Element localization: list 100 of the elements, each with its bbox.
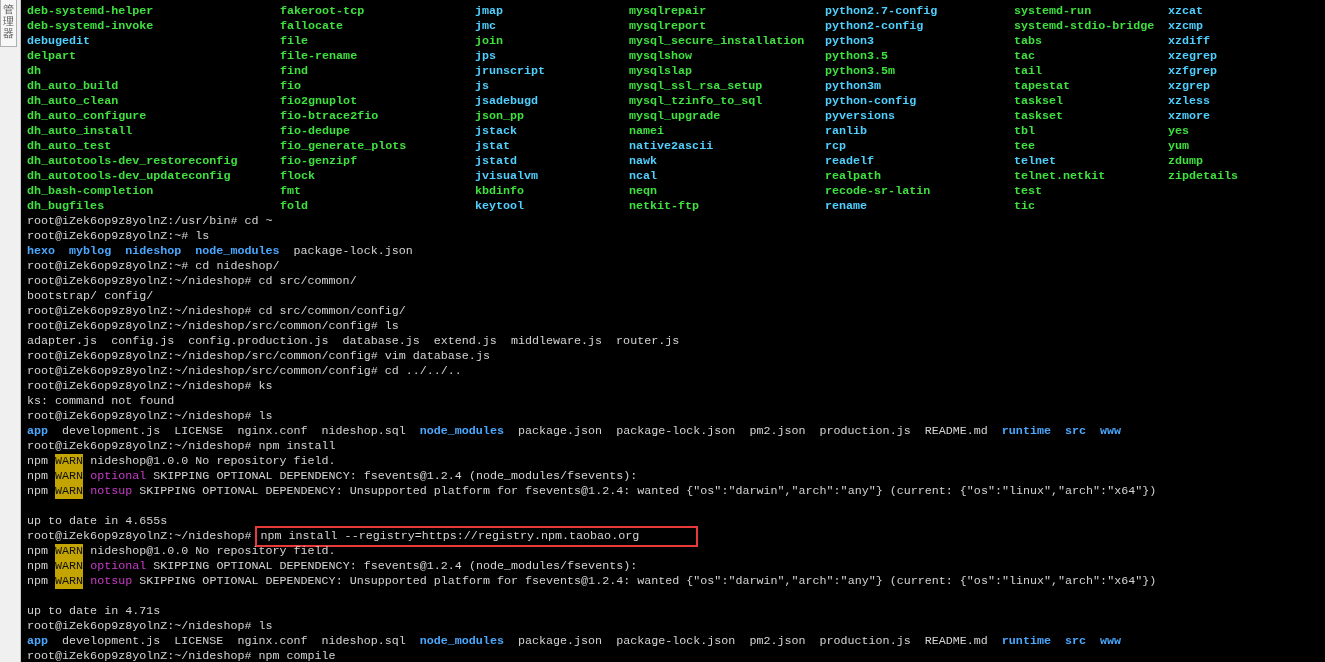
directory-name: app [27, 634, 49, 649]
file-name: package.json [517, 634, 603, 649]
warn-message: SKIPPING OPTIONAL DEPENDENCY: Unsupported platform for fsevents@1.2.4: wanted {"os":"darwin","arch":"any"} (current: {"os":"linux","arch":"x64"}) [139, 484, 1157, 499]
command-name: keytool [475, 199, 525, 214]
directory-name: src [1064, 634, 1086, 649]
command-name: dh_bash-completion [27, 184, 154, 199]
command-name: mysqlreport [629, 19, 707, 34]
command-name: xzfgrep [1168, 64, 1218, 79]
directory-name: nideshop [125, 244, 182, 259]
directory-name: myblog [69, 244, 112, 259]
prompt-text: root@iZek6op9z8yolnZ:~/nideshop/src/common/config# [27, 364, 378, 379]
npm-prefix: npm [27, 574, 49, 589]
command-name: deb-systemd-invoke [27, 19, 154, 34]
command-name: pyversions [825, 109, 896, 124]
command-name: telnet.netkit [1014, 169, 1106, 184]
command-text: cd src/common/config/ [258, 304, 406, 319]
command-text: vim database.js [384, 349, 490, 364]
command-name: yum [1168, 139, 1190, 154]
file-name: nideshop.sql [321, 424, 406, 439]
command-name: realpath [825, 169, 882, 184]
file-name: LICENSE [174, 634, 224, 649]
file-name: pm2.json [749, 424, 806, 439]
prompt-text: root@iZek6op9z8yolnZ:~# [27, 229, 189, 244]
command-name: mysqlslap [629, 64, 693, 79]
command-text: npm compile [258, 649, 336, 662]
command-name: jmap [475, 4, 504, 19]
command-name: xzless [1168, 94, 1211, 109]
command-name: tee [1014, 139, 1036, 154]
prompt-text: root@iZek6op9z8yolnZ:~/nideshop# [27, 439, 252, 454]
command-name: tapestat [1014, 79, 1071, 94]
command-name: readelf [825, 154, 875, 169]
prompt-text: root@iZek6op9z8yolnZ:~/nideshop# [27, 529, 252, 544]
command-name: dh_autotools-dev_restoreconfig [27, 154, 238, 169]
file-name: extend.js [433, 334, 497, 349]
command-name: deb-systemd-helper [27, 4, 154, 19]
command-text: cd src/common/ [258, 274, 357, 289]
command-name: recode-sr-latin [825, 184, 931, 199]
command-name: fio-dedupe [280, 124, 351, 139]
warn-tag: optional [90, 559, 147, 574]
command-name: jmc [475, 19, 497, 34]
command-name: systemd-stdio-bridge [1014, 19, 1155, 34]
command-name: fio-genzipf [280, 154, 358, 169]
file-name: README.md [924, 424, 988, 439]
prompt-text: root@iZek6op9z8yolnZ:~/nideshop/src/common/config# [27, 349, 378, 364]
directory-name: www [1100, 424, 1122, 439]
command-name: python2.7-config [825, 4, 938, 19]
command-name: xzgrep [1168, 79, 1211, 94]
command-text: ls [384, 319, 399, 334]
command-name: delpart [27, 49, 77, 64]
prompt-text: root@iZek6op9z8yolnZ:~/nideshop# [27, 619, 252, 634]
directory-name: node_modules [419, 634, 504, 649]
command-text: npm install [258, 439, 336, 454]
file-name: router.js [616, 334, 680, 349]
command-name: dh_auto_build [27, 79, 119, 94]
command-name: kbdinfo [475, 184, 525, 199]
command-name: xzcat [1168, 4, 1204, 19]
command-name: dh [27, 64, 42, 79]
warn-tag: notsup [90, 484, 133, 499]
command-name: jstat [475, 139, 511, 154]
file-name: README.md [924, 634, 988, 649]
command-name: jstack [475, 124, 518, 139]
warn-tag: notsup [90, 574, 133, 589]
command-name: jps [475, 49, 497, 64]
output-text: up to date in 4.71s [27, 604, 161, 619]
file-name: development.js [62, 424, 161, 439]
file-name: config.js [111, 334, 175, 349]
command-name: zipdetails [1168, 169, 1239, 184]
command-name: mysql_tzinfo_to_sql [629, 94, 763, 109]
command-name: tbl [1014, 124, 1036, 139]
file-name: package.json [517, 424, 603, 439]
command-name: jrunscript [475, 64, 546, 79]
command-name: dh_auto_clean [27, 94, 119, 109]
prompt-text: root@iZek6op9z8yolnZ:~/nideshop# [27, 409, 252, 424]
command-name: dh_autotools-dev_updateconfig [27, 169, 231, 184]
command-name: tabs [1014, 34, 1043, 49]
command-name: mysqlrepair [629, 4, 707, 19]
command-name: dh_bugfiles [27, 199, 105, 214]
file-name: development.js [62, 634, 161, 649]
command-name: jstatd [475, 154, 518, 169]
command-name: tasksel [1014, 94, 1064, 109]
file-name: nginx.conf [237, 634, 308, 649]
warn-message: SKIPPING OPTIONAL DEPENDENCY: Unsupported platform for fsevents@1.2.4: wanted {"os":"darwin","arch":"any"} (current: {"os":"linux","arch":"x64"}) [139, 574, 1157, 589]
output-text: bootstrap/ config/ [27, 289, 154, 304]
command-name: fio2gnuplot [280, 94, 358, 109]
command-name: zdump [1168, 154, 1204, 169]
sidebar-tab[interactable]: 管理器 [0, 0, 17, 48]
warn-badge: WARN [55, 574, 84, 589]
command-name: flock [280, 169, 316, 184]
command-name: ncal [629, 169, 658, 184]
command-text: ls [258, 409, 273, 424]
command-name: neqn [629, 184, 658, 199]
command-name: debugedit [27, 34, 91, 49]
command-name: namei [629, 124, 665, 139]
file-name: pm2.json [749, 634, 806, 649]
command-text: ks [258, 379, 273, 394]
file-name: production.js [819, 634, 911, 649]
file-name: database.js [342, 334, 420, 349]
file-name: package-lock.json [293, 244, 413, 259]
directory-name: node_modules [419, 424, 504, 439]
prompt-text: root@iZek6op9z8yolnZ:~/nideshop# [27, 379, 252, 394]
